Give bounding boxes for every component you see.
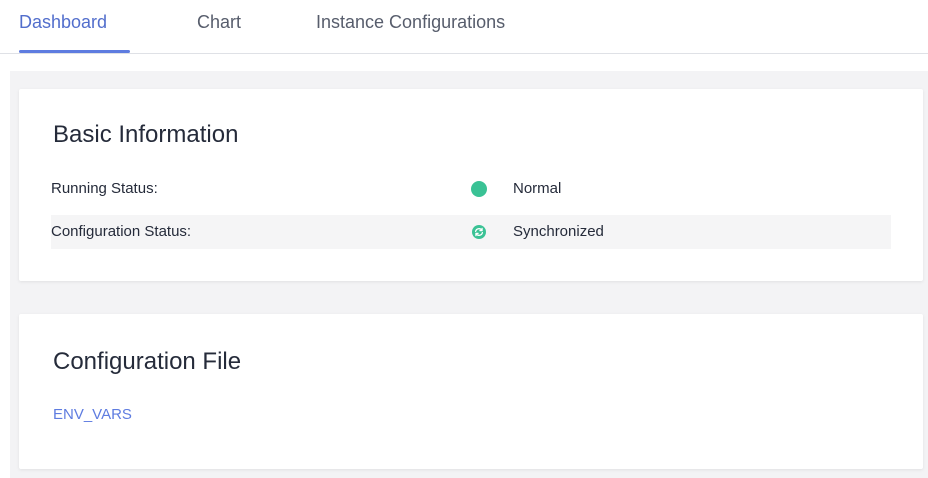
active-tab-indicator (19, 50, 130, 53)
configuration-file-title: Configuration File (53, 348, 242, 375)
tab-bar: Dashboard Chart Instance Configurations (0, 0, 928, 54)
running-status-value: Normal (513, 180, 562, 197)
running-status-label: Running Status: (51, 180, 158, 197)
configuration-file-card: Configuration File ENV_VARS (19, 314, 923, 469)
configuration-status-value: Synchronized (513, 223, 604, 240)
running-status-row: Running Status: Normal (51, 172, 891, 206)
basic-information-card: Basic Information Running Status: Normal… (19, 89, 923, 281)
tab-instance-configurations[interactable]: Instance Configurations (316, 11, 505, 33)
status-dot-icon (471, 181, 487, 197)
basic-information-title: Basic Information (53, 121, 239, 148)
env-vars-link[interactable]: ENV_VARS (53, 406, 132, 424)
configuration-status-label: Configuration Status: (51, 223, 192, 240)
tab-chart[interactable]: Chart (197, 11, 241, 33)
tab-dashboard[interactable]: Dashboard (19, 11, 107, 33)
configuration-status-row: Configuration Status: Synchronized (51, 215, 891, 249)
sync-icon (472, 225, 486, 239)
